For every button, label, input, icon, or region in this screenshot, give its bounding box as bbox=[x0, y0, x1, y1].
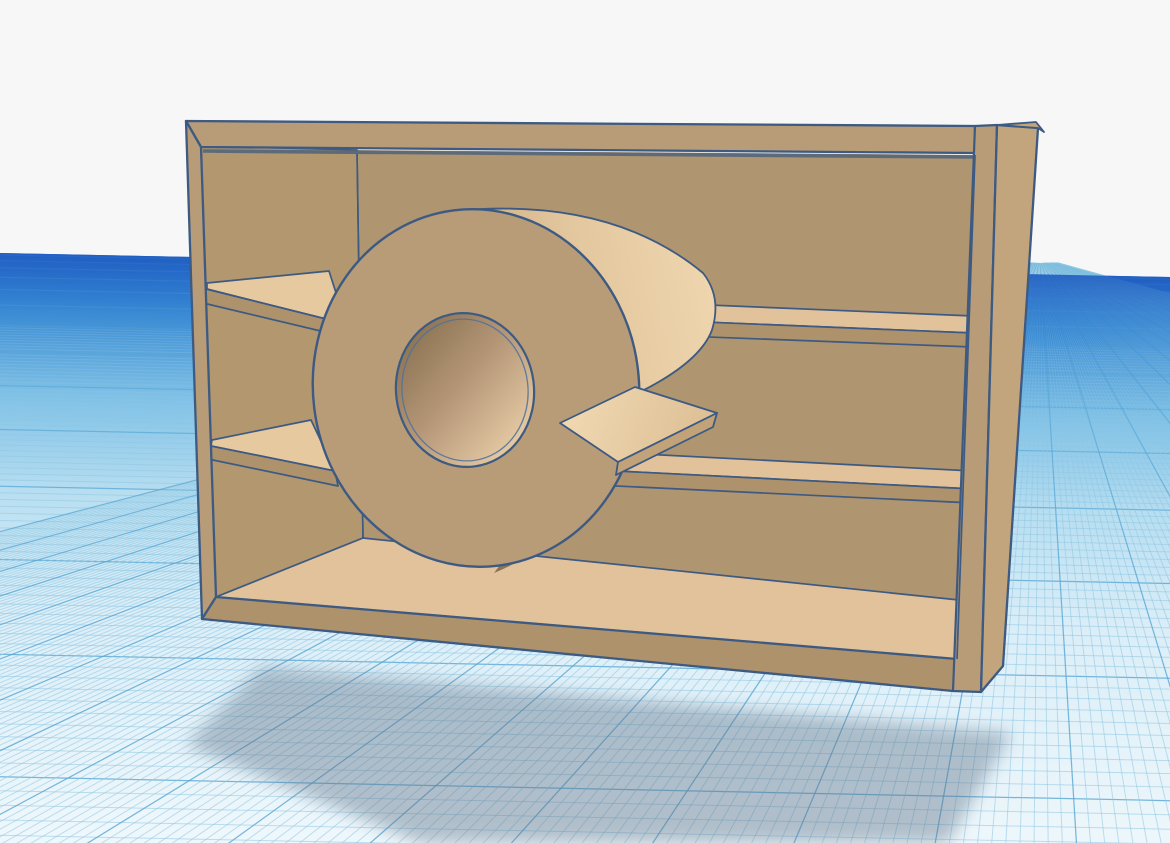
scene-canvas[interactable] bbox=[0, 0, 1170, 843]
top-panel[interactable] bbox=[186, 121, 975, 153]
shelf-model[interactable] bbox=[186, 121, 1044, 692]
3d-viewport[interactable] bbox=[0, 0, 1170, 843]
